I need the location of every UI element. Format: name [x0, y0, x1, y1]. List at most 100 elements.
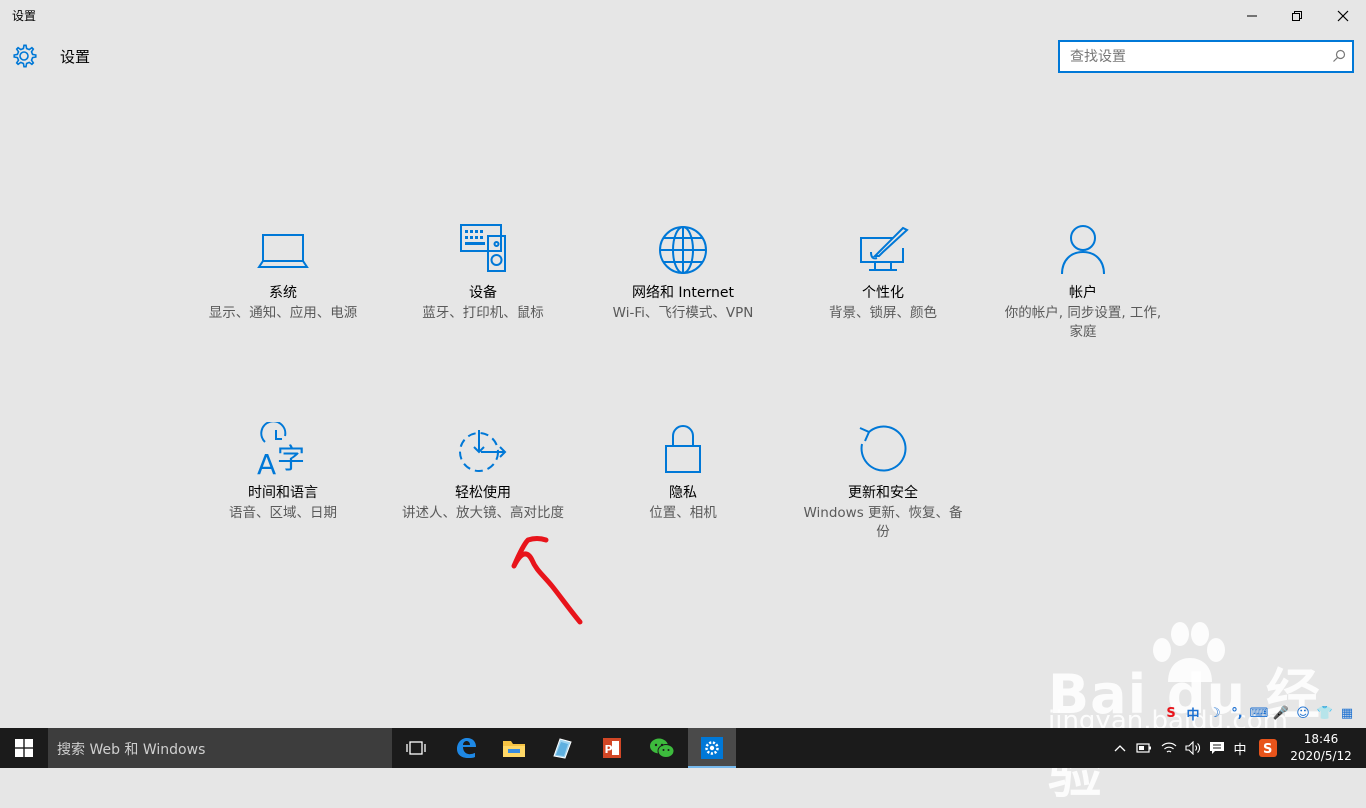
settings-window: 设置 设置 查找设置 系统 显示、通知、应用、电源 设备 蓝牙、打印机、鼠标 网…: [0, 0, 1366, 805]
minimize-icon: [1247, 15, 1257, 17]
tray-overflow-button[interactable]: [1110, 728, 1130, 768]
settings-search-box[interactable]: [1058, 40, 1354, 73]
tile-system-name: 系统: [269, 285, 297, 301]
wechat-icon: [650, 738, 675, 758]
wifi-icon: [1161, 742, 1177, 753]
tile-accounts[interactable]: 帐户 你的帐户, 同步设置, 工作, 家庭: [998, 222, 1168, 342]
skin-icon[interactable]: 👕: [1314, 702, 1336, 724]
person-icon: [1061, 225, 1105, 275]
user-icon[interactable]: ☺: [1292, 702, 1314, 724]
taskbar-search-box[interactable]: 搜索 Web 和 Windows: [48, 728, 392, 768]
gear-icon: [13, 44, 37, 68]
tile-network-name: 网络和 Internet: [631, 285, 735, 301]
svg-text:字: 字: [277, 442, 305, 475]
tile-network-desc: Wi-Fi、飞行模式、VPN: [612, 305, 754, 321]
windows-logo-icon: [15, 739, 33, 757]
settings-search-input[interactable]: [1060, 42, 1332, 71]
grid-menu-icon[interactable]: ▦: [1336, 702, 1358, 724]
speaker-icon: [1185, 741, 1200, 755]
title-bar: 设置: [0, 0, 1366, 32]
search-icon[interactable]: [1332, 49, 1346, 63]
tile-ease-of-access[interactable]: 轻松使用 讲述人、放大镜、高对比度: [398, 422, 568, 523]
edge-app[interactable]: [442, 728, 490, 768]
clock-date: 2020/5/12: [1290, 749, 1352, 763]
close-icon: [1337, 10, 1349, 22]
minimize-button[interactable]: [1229, 0, 1275, 32]
sogou-icon: S: [1259, 739, 1277, 757]
restore-icon: [1292, 11, 1302, 21]
tray-action-center[interactable]: [1206, 728, 1228, 768]
time-language-icon: A 字: [257, 422, 305, 478]
tile-time-language-desc: 语音、区域、日期: [229, 505, 337, 521]
settings-gear-icon: [701, 737, 723, 759]
tile-ease-of-access-desc: 讲述人、放大镜、高对比度: [402, 505, 564, 521]
tile-personalization-name: 个性化: [862, 285, 904, 301]
tile-ease-of-access-name: 轻松使用: [455, 485, 511, 501]
paw-logo-icon: [1153, 622, 1225, 682]
tile-time-language[interactable]: A 字 时间和语言 语音、区域、日期: [198, 422, 368, 523]
tile-network[interactable]: 网络和 Internet Wi-Fi、飞行模式、VPN: [598, 222, 768, 323]
clock-time: 18:46: [1303, 732, 1339, 746]
svg-text:P: P: [605, 743, 613, 756]
task-view-button[interactable]: [392, 728, 440, 768]
tile-personalization[interactable]: 个性化 背景、锁屏、颜色: [798, 222, 968, 323]
notebook-icon: [553, 738, 572, 759]
tile-update-security-desc: Windows 更新、恢复、备份: [803, 505, 963, 540]
tile-system[interactable]: 系统 显示、通知、应用、电源: [198, 222, 368, 323]
personalization-icon: [860, 226, 909, 271]
globe-icon: [659, 226, 707, 274]
powerpoint-app[interactable]: P: [588, 728, 636, 768]
folder-icon: [503, 741, 525, 757]
tile-accounts-name: 帐户: [1069, 285, 1097, 301]
tray-ime-mode[interactable]: 中: [1230, 728, 1250, 768]
red-arrow-annotation: [511, 536, 583, 625]
punctuation-icon[interactable]: °,: [1226, 702, 1248, 724]
restore-button[interactable]: [1274, 0, 1320, 32]
tile-privacy[interactable]: 隐私 位置、相机: [598, 422, 768, 523]
tray-volume[interactable]: [1182, 728, 1204, 768]
tile-devices-desc: 蓝牙、打印机、鼠标: [422, 305, 544, 321]
ime-mode-toggle[interactable]: 中: [1182, 702, 1204, 724]
svg-text:S: S: [1263, 742, 1272, 757]
notification-icon: [1210, 742, 1224, 754]
tray-network[interactable]: [1158, 728, 1180, 768]
svg-text:A: A: [257, 448, 276, 478]
powerpoint-icon: P: [603, 738, 621, 758]
wechat-app[interactable]: [638, 728, 686, 768]
tile-accounts-desc: 你的帐户, 同步设置, 工作, 家庭: [1004, 305, 1162, 340]
file-explorer-app[interactable]: [490, 728, 538, 768]
close-button[interactable]: [1320, 0, 1366, 32]
ime-toolbar: S 中 ☽ °, ⌨ 🎤 ☺ 👕 ▦: [1160, 700, 1366, 726]
lock-icon: [665, 425, 701, 473]
taskbar: 搜索 Web 和 Windows P 中 S 18:46 2020/5/12: [0, 728, 1366, 768]
laptop-icon: [257, 234, 309, 268]
start-button[interactable]: [0, 728, 48, 768]
tray-sogou[interactable]: S: [1256, 728, 1280, 768]
tile-update-security[interactable]: 更新和安全 Windows 更新、恢复、备份: [798, 422, 968, 542]
tile-devices-name: 设备: [469, 285, 497, 301]
task-view-icon: [406, 741, 426, 755]
taskbar-clock[interactable]: 18:46 2020/5/12: [1284, 731, 1358, 765]
chevron-up-icon: [1114, 745, 1126, 752]
tile-update-security-name: 更新和安全: [848, 485, 918, 501]
page-title: 设置: [60, 48, 91, 66]
tile-privacy-name: 隐私: [669, 485, 697, 501]
sogou-logo-icon[interactable]: S: [1160, 702, 1182, 724]
keyboard-icon[interactable]: ⌨: [1248, 702, 1270, 724]
tile-personalization-desc: 背景、锁屏、颜色: [829, 305, 937, 321]
edge-icon: [457, 738, 476, 758]
paint-app[interactable]: [538, 728, 586, 768]
devices-icon: [460, 224, 506, 272]
tile-privacy-desc: 位置、相机: [649, 505, 717, 521]
battery-icon: [1136, 743, 1151, 753]
tray-power[interactable]: [1134, 728, 1154, 768]
tile-system-desc: 显示、通知、应用、电源: [208, 305, 358, 321]
tile-time-language-name: 时间和语言: [248, 485, 318, 501]
settings-app[interactable]: [688, 728, 736, 768]
update-icon: [859, 425, 907, 472]
moon-icon[interactable]: ☽: [1204, 702, 1226, 724]
window-title: 设置: [12, 9, 37, 23]
ease-of-access-icon: [459, 430, 507, 472]
tile-devices[interactable]: 设备 蓝牙、打印机、鼠标: [398, 222, 568, 323]
microphone-icon[interactable]: 🎤: [1270, 702, 1292, 724]
